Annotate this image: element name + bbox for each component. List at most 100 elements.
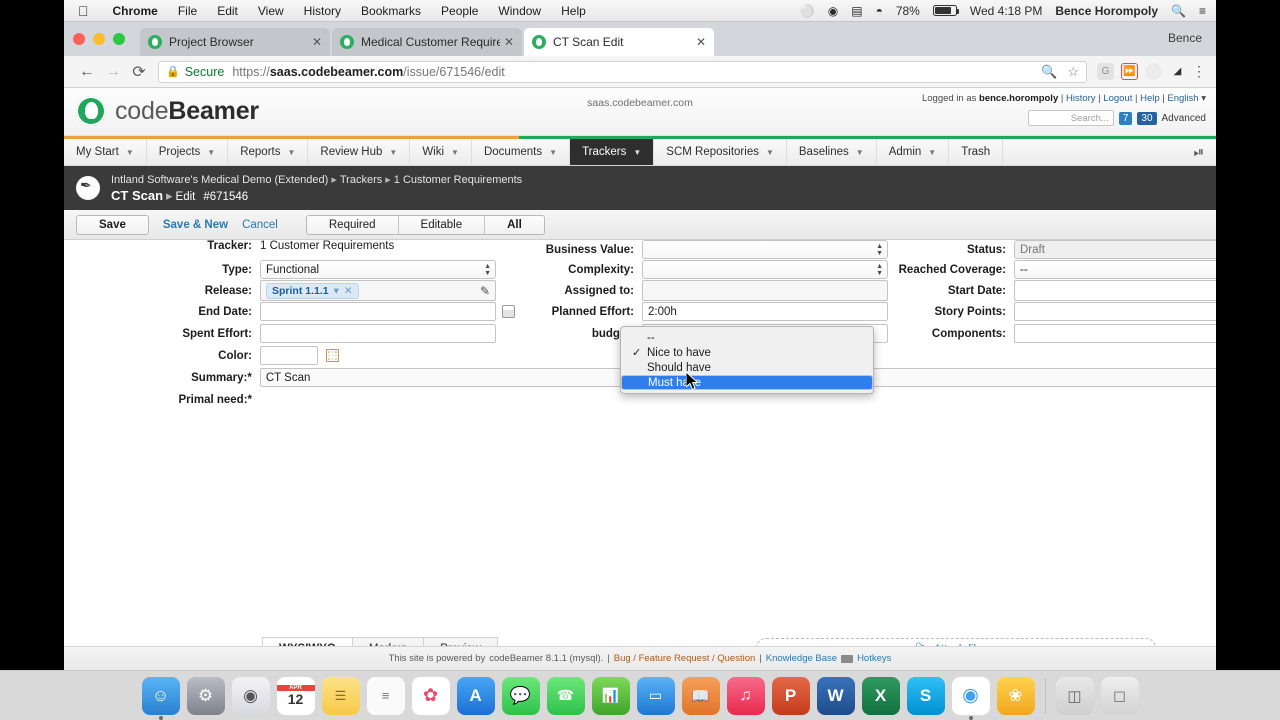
back-icon[interactable]: ← [74, 63, 100, 81]
tab-medical-customer-requirements[interactable]: Medical Customer Requiremen ✕ [332, 28, 522, 56]
speed-extension-icon[interactable]: ⏩ [1121, 63, 1138, 80]
menu-view[interactable]: View [248, 4, 294, 18]
calendar-icon[interactable] [502, 305, 515, 318]
dock-item-launchpad[interactable]: ◉ [231, 676, 270, 715]
dock-item-system-preferences[interactable]: ⚙ [186, 676, 225, 715]
logout-link[interactable]: Logout [1103, 93, 1132, 104]
remove-chip-icon[interactable]: ✕ [344, 285, 353, 297]
pocket-extension-icon[interactable] [1145, 63, 1162, 80]
dock-item-facetime[interactable]: ☎ [546, 676, 585, 715]
language-link[interactable]: English [1167, 93, 1198, 104]
evernote-extension-icon[interactable]: ◢ [1169, 63, 1186, 80]
maximize-window-button[interactable] [113, 33, 125, 45]
dock-item-finder[interactable]: ☺ [141, 676, 180, 715]
color-picker-icon[interactable] [326, 349, 339, 362]
close-icon[interactable]: ✕ [504, 35, 514, 49]
grammarly-extension-icon[interactable]: G [1097, 63, 1114, 80]
badge-30-days[interactable]: 30 [1137, 111, 1157, 125]
nav-item-wiki[interactable]: Wiki ▼ [410, 139, 472, 165]
planned-effort-input[interactable]: 2:00h [642, 302, 888, 321]
dock-item-trash[interactable]: ◻ [1100, 676, 1139, 715]
dock-item-excel[interactable]: X [861, 676, 900, 715]
menu-file[interactable]: File [168, 4, 207, 18]
release-field[interactable]: Sprint 1.1.1 ▾ ✕ ✎ [260, 280, 496, 301]
color-input[interactable] [260, 346, 318, 365]
dock-item-notes[interactable]: ☰ [321, 676, 360, 715]
dock-item-numbers[interactable]: 📊 [591, 676, 630, 715]
menu-bookmarks[interactable]: Bookmarks [351, 4, 431, 18]
release-chip[interactable]: Sprint 1.1.1 ▾ ✕ [266, 282, 359, 299]
filter-editable-button[interactable]: Editable [398, 215, 486, 234]
breadcrumb-section[interactable]: Trackers [340, 174, 382, 186]
airplay-icon[interactable]: ▤ [851, 4, 862, 18]
window-traffic-lights[interactable] [73, 33, 125, 45]
tab-project-browser[interactable]: Project Browser ✕ [140, 28, 330, 56]
battery-icon[interactable] [932, 5, 959, 16]
menu-edit[interactable]: Edit [207, 4, 248, 18]
nav-item-trackers[interactable]: Trackers ▼ [570, 139, 655, 165]
nav-item-documents[interactable]: Documents ▼ [472, 139, 571, 165]
minimize-window-button[interactable] [93, 33, 105, 45]
filter-required-button[interactable]: Required [306, 215, 399, 234]
status-select[interactable]: Draft▲▼ [1014, 240, 1216, 259]
reached-coverage-select[interactable]: --▲▼ [1014, 260, 1216, 279]
dropdown-option-must-have[interactable]: Must have [621, 375, 873, 390]
help-link[interactable]: Help [1140, 93, 1160, 104]
do-not-disturb-icon[interactable]: ⚪ [800, 4, 815, 18]
close-icon[interactable]: ✕ [696, 35, 706, 49]
advanced-search-link[interactable]: Advanced [1162, 113, 1206, 124]
dock-item-keynote[interactable]: ▭ [636, 676, 675, 715]
clock[interactable]: Wed 4:18 PM [970, 4, 1042, 18]
edit-pencil-icon[interactable]: ✎ [480, 284, 490, 298]
history-link[interactable]: History [1066, 93, 1096, 104]
hotkeys-link[interactable]: Hotkeys [857, 653, 891, 664]
type-select[interactable]: Functional ▲ ▼ [260, 260, 496, 279]
end-date-input[interactable] [260, 302, 496, 321]
dock-item-itunes[interactable]: ♫ [726, 676, 765, 715]
dock-item-word[interactable]: W [816, 676, 855, 715]
nav-item-trash[interactable]: Trash [949, 139, 1004, 165]
save-button[interactable]: Save [76, 214, 149, 235]
breadcrumb-tracker[interactable]: 1 Customer Requirements [394, 174, 522, 186]
dock-item-reminders[interactable]: ≡ [366, 676, 405, 715]
dock-item-photos[interactable]: ✿ [411, 676, 450, 715]
dock-item-ibooks[interactable]: 📖 [681, 676, 720, 715]
codebeamer-logo[interactable]: codeBeamer [76, 96, 259, 126]
nav-item-my-start[interactable]: My Start ▼ [64, 139, 147, 165]
forward-icon[interactable]: → [100, 63, 126, 81]
dock-item-chrome[interactable]: ◉ [951, 676, 990, 715]
nav-item-baselines[interactable]: Baselines ▼ [787, 139, 877, 165]
nav-item-reports[interactable]: Reports ▼ [228, 139, 309, 165]
dock-item-calendar[interactable]: APR 12 [276, 676, 315, 715]
filter-all-button[interactable]: All [485, 215, 544, 234]
dock-item-downloads-stack[interactable]: ◫ [1055, 676, 1094, 715]
business-value-dropdown[interactable]: -- Nice to have Should have Must have [620, 326, 874, 394]
spent-effort-input[interactable] [260, 324, 496, 343]
close-window-button[interactable] [73, 33, 85, 45]
menu-window[interactable]: Window [488, 4, 551, 18]
chrome-menu-icon[interactable]: ⋮ [1186, 63, 1206, 80]
dock-item-powerpoint[interactable]: P [771, 676, 810, 715]
dropdown-option-should-have[interactable]: Should have [621, 360, 873, 375]
knowledge-base-link[interactable]: Knowledge Base [766, 653, 837, 664]
save-and-new-button[interactable]: Save & New [163, 219, 228, 231]
start-date-input[interactable] [1014, 280, 1216, 301]
nav-item-projects[interactable]: Projects ▼ [147, 139, 229, 165]
notification-center-icon[interactable]: ≡ [1199, 4, 1206, 18]
address-bar[interactable]: 🔒 Secure https:// saas.codebeamer.com /i… [158, 60, 1087, 83]
assigned-to-field[interactable] [642, 280, 888, 301]
badge-7-days[interactable]: 7 [1118, 111, 1133, 125]
zoom-out-icon[interactable]: 🔍 [1041, 64, 1057, 80]
chevron-down-icon[interactable]: ▾ [334, 285, 339, 297]
dropdown-option-empty[interactable]: -- [621, 330, 873, 345]
close-icon[interactable]: ✕ [312, 35, 322, 49]
eject-icon[interactable]: ⏯ [1182, 139, 1216, 165]
menu-history[interactable]: History [294, 4, 351, 18]
nav-item-scm-repositories[interactable]: SCM Repositories ▼ [654, 139, 787, 165]
wifi-icon[interactable]: ◓ [876, 4, 883, 18]
breadcrumb-project[interactable]: Intland Software's Medical Demo (Extende… [111, 174, 328, 186]
dock-item-app-store[interactable]: A [456, 676, 495, 715]
menu-help[interactable]: Help [551, 4, 596, 18]
cancel-button[interactable]: Cancel [242, 219, 278, 231]
account-name[interactable]: Bence Horompoly [1055, 4, 1158, 18]
